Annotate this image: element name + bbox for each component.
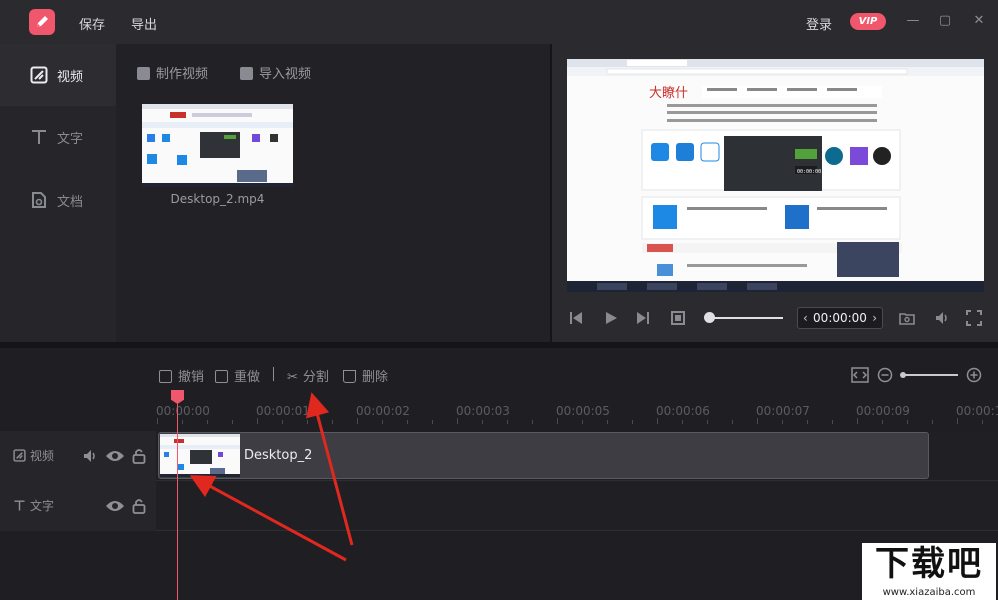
arrow-to-split xyxy=(313,398,352,545)
arrow-to-clip xyxy=(195,478,346,560)
watermark-domain: www.xiazaiba.com xyxy=(862,585,996,600)
annotation-arrows xyxy=(0,0,998,600)
site-watermark: 下载吧 www.xiazaiba.com xyxy=(862,543,996,600)
watermark-brand: 下载吧 xyxy=(862,543,996,585)
